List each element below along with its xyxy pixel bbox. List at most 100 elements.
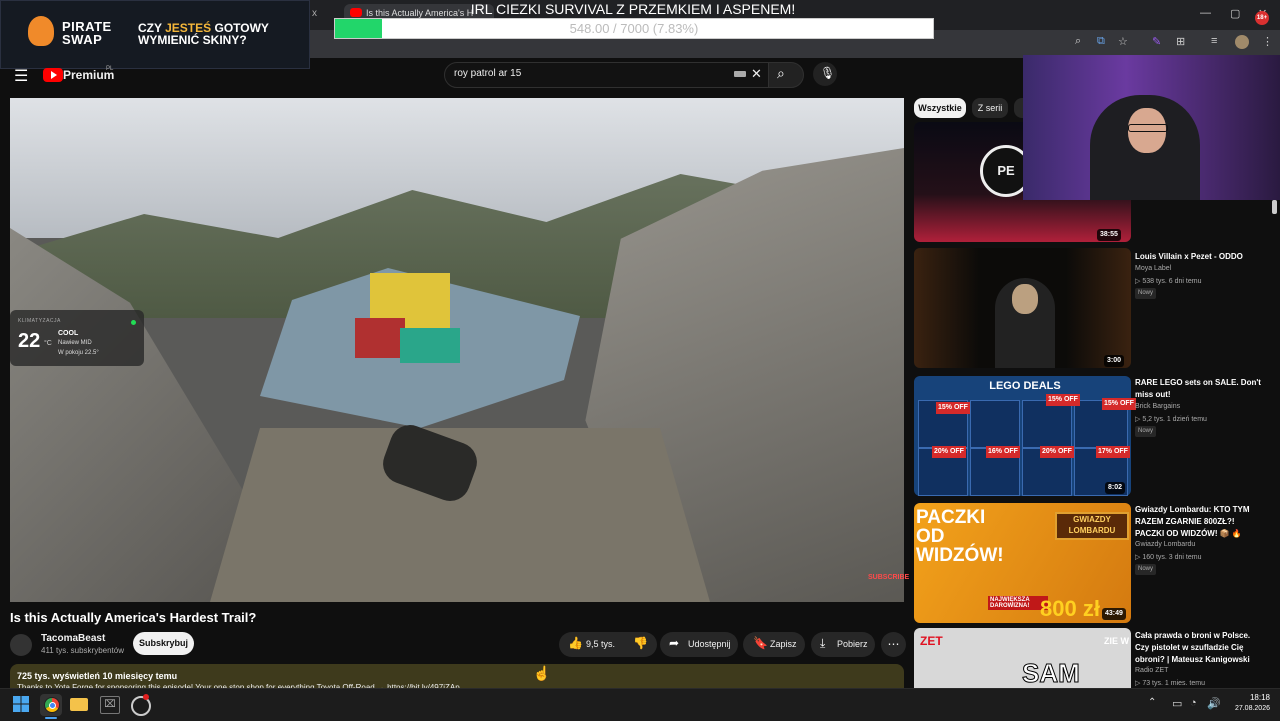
tray-expand-icon[interactable]: ⌃ [1148,697,1156,708]
extension-icon[interactable]: ✎ [1152,35,1161,48]
folder-icon[interactable] [70,698,88,711]
network-icon[interactable]: ▭ [1172,697,1182,710]
sidebar-video-title[interactable]: RARE LEGO sets on SALE. Don't miss out! [1135,377,1265,401]
donation-goal-title: IRL CIEZKI SURVIVAL Z PRZEMKIEM I ASPENE… [470,1,796,17]
video-cargo-red [355,318,405,358]
discount-tag: 15% OFF [936,402,970,414]
video-title: Is this Actually America's Hardest Trail… [10,610,257,625]
sidebar-meta: ▷ 5,2 tys. 1 dzień temu [1135,416,1207,423]
donation-goal-bar: 548.00 / 7000 (7.83%) [334,18,934,39]
clock-time[interactable]: 18:18 [1230,693,1270,702]
recording-dot-icon [143,694,149,700]
climate-room: W pokoju 22.5° [58,350,99,356]
bookmark-icon: 🔖 [753,636,768,650]
thumbnail-face [1012,284,1038,314]
climate-mode: COOL [58,330,79,337]
chip-series[interactable]: Z serii [972,98,1008,118]
new-badge: Nowy [1135,564,1157,575]
duration-badge: 38:55 [1097,229,1121,241]
sidebar-meta: ▷ 160 tys. 3 dni temu [1135,554,1202,561]
search-icon[interactable]: ⌕ [777,65,785,82]
discount-tag: 20% OFF [1040,446,1074,458]
zoom-icon[interactable]: ⌕ [1075,35,1081,48]
sidebar-meta: ▷ 538 tys. 6 dni temu [1135,278,1202,285]
install-icon[interactable]: ⧉ [1097,35,1105,48]
discount-tag: 15% OFF [1046,394,1080,406]
sidebar-channel[interactable]: Brick Bargains [1135,403,1180,410]
pirate-logo-icon [28,16,54,46]
download-icon: ⤓ [820,636,826,650]
download-label: Pobierz [837,639,868,649]
channel-name[interactable]: TacomaBeast [41,633,105,644]
clock-date[interactable]: 27.08.2026 [1222,705,1270,712]
tab-close-icon[interactable]: x [312,8,317,19]
climate-fan: Nawiew MID [58,340,92,346]
save-label: Zapisz [770,639,797,649]
chip-all[interactable]: Wszystkie [914,98,966,118]
search-query[interactable]: roy patrol ar 15 [454,68,521,79]
sidebar-video-title[interactable]: Gwiazdy Lombardu: KTO TYM RAZEM ZGARNIE … [1135,504,1265,540]
discount-tag: 15% OFF [1102,398,1136,410]
donation-goal-text: 548.00 / 7000 (7.83%) [569,21,699,36]
bookmark-star-icon[interactable]: ☆ [1118,35,1128,48]
dislike-icon[interactable]: 👎 [633,636,648,650]
window-minimize-button[interactable]: — [1200,7,1211,19]
taskbar [0,688,1280,721]
climate-label: KLIMATYZACJA [18,318,61,324]
thumbnail-label: ZIE W [1104,636,1129,646]
sidebar-meta: ▷ 73 tys. 1 mies. temu [1135,680,1205,687]
video-player[interactable] [10,98,904,602]
microphone-icon[interactable]: 🎙 [820,66,835,80]
channel-avatar[interactable] [10,634,32,656]
sidebar-video-title[interactable]: Cała prawda o broni w Polsce. Czy pistol… [1135,630,1265,666]
profile-icon[interactable] [1235,35,1249,49]
window-maximize-button[interactable]: ▢ [1230,7,1240,20]
youtube-play-icon [51,71,57,79]
new-badge: Nowy [1135,426,1157,437]
thumbnail-title: LEGO DEALS [989,380,1061,392]
sidebar-video-title[interactable]: Louis Villain x Pezet - ODDO [1135,251,1265,263]
notification-badge: 18+ [1255,11,1269,25]
sidebar-channel[interactable]: Gwiazdy Lombardu [1135,541,1195,548]
wifi-icon[interactable]: ◔ [1190,697,1197,709]
video-cargo-green [400,328,460,363]
channel-subscribers: 411 tys. subskrybentów [41,646,125,655]
subscribe-watermark[interactable]: SUBSCRIBE [868,574,909,581]
climate-temp: 22 [18,330,41,352]
thumbnail-label: NAJWIĘKSZA DAROWIZNA! [988,596,1048,610]
sidebar-channel[interactable]: Moya Label [1135,265,1171,272]
discount-tag: 16% OFF [986,446,1020,458]
search-button[interactable] [768,62,804,88]
climate-unit: °C [44,340,52,347]
puzzle-icon[interactable]: ⊞ [1176,35,1185,48]
new-badge: Nowy [1135,288,1157,299]
sponsor-slogan: CZY JESTEŚ GOTOWY WYMIENIĆ SKINY? [138,21,269,47]
terminal-icon[interactable]: ⌧ [100,696,120,714]
like-icon[interactable]: 👍 [568,636,583,650]
mouse-cursor-icon: ☝ [533,665,551,681]
duration-badge: 8:02 [1105,482,1126,494]
thumbnail-badge: GWIAZDY LOMBARDU [1055,512,1129,540]
windows-start-icon[interactable] [13,696,29,712]
lego-box [1022,400,1072,448]
description-views: 725 tys. wyświetleń 10 miesięcy temu [17,671,178,681]
share-label: Udostępnij [688,639,731,649]
volume-icon[interactable]: 🔊 [1207,697,1221,710]
duration-badge: 3:00 [1104,355,1125,367]
more-actions-button[interactable]: ⋯ [881,632,906,657]
clear-search-icon[interactable]: ✕ [751,66,762,82]
hamburger-menu-icon[interactable]: ☰ [14,66,28,86]
thumbnail-amount: 800 zł [1040,596,1100,621]
keyboard-icon[interactable] [734,71,746,77]
queue-icon[interactable]: ≡ [1211,35,1217,47]
scrollbar-thumb[interactable] [1272,200,1277,214]
thumbnail-headline: PACZKI OD WIDZÓW! [916,507,1004,566]
share-icon: ➦ [669,636,680,650]
subscribe-button[interactable]: Subskrybuj [133,632,194,655]
discount-tag: 20% OFF [932,446,966,458]
discount-tag: 17% OFF [1096,446,1130,458]
like-count[interactable]: 9,5 tys. [586,632,615,657]
thumbnail-logo: ZET [920,634,943,648]
menu-dots-icon[interactable]: ⋮ [1262,35,1273,48]
sidebar-channel[interactable]: Radio ZET [1135,667,1168,674]
